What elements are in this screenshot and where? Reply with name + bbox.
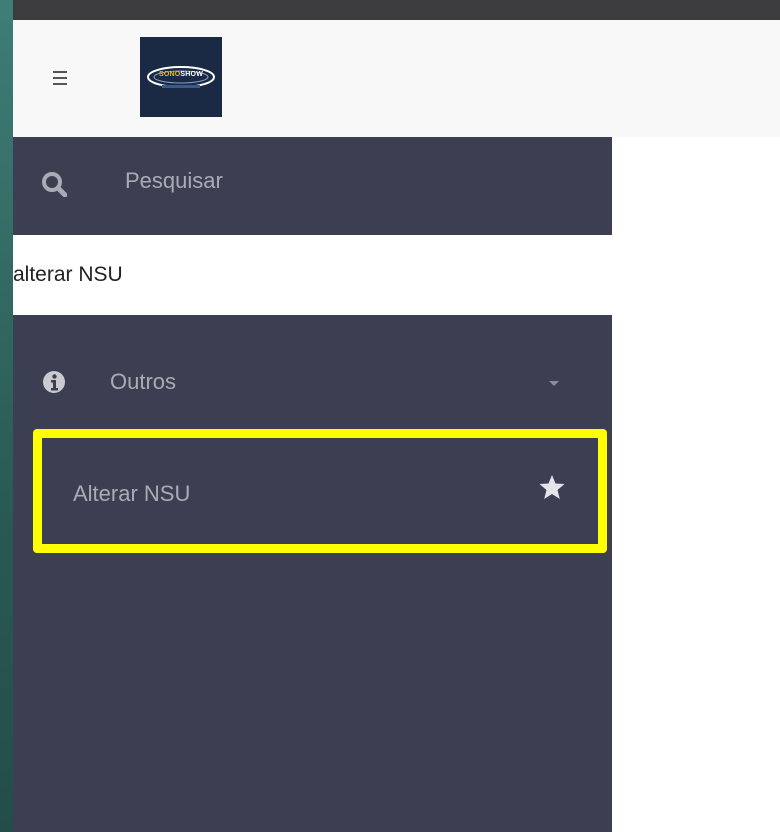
hamburger-icon[interactable] bbox=[50, 67, 72, 89]
sidebar: Pesquisar Outros Alterar NSU bbox=[13, 137, 612, 832]
main-content bbox=[612, 137, 780, 832]
caret-down-icon bbox=[549, 381, 559, 386]
sidebar-item-label: Alterar NSU bbox=[73, 481, 191, 506]
window-left-edge bbox=[0, 0, 13, 832]
app-window: SONOSHOW Pesquisar Outros Alterar NSU bbox=[13, 20, 780, 832]
group-label: Outros bbox=[110, 369, 177, 394]
sidebar-item-alterar-nsu[interactable]: Alterar NSU bbox=[42, 438, 598, 544]
sidebar-search-row[interactable]: Pesquisar bbox=[13, 137, 612, 235]
search-input[interactable] bbox=[13, 235, 612, 315]
brand-logo[interactable]: SONOSHOW bbox=[140, 37, 222, 117]
search-label: Pesquisar bbox=[125, 168, 223, 193]
search-icon bbox=[42, 172, 67, 197]
info-icon bbox=[43, 371, 65, 393]
logo-text: SONOSHOW bbox=[159, 71, 203, 78]
top-header: SONOSHOW bbox=[13, 20, 780, 137]
window-corner bbox=[0, 0, 13, 20]
star-icon[interactable] bbox=[538, 473, 566, 501]
sidebar-group-outros[interactable]: Outros bbox=[13, 359, 612, 409]
window-top-bar bbox=[0, 0, 780, 20]
